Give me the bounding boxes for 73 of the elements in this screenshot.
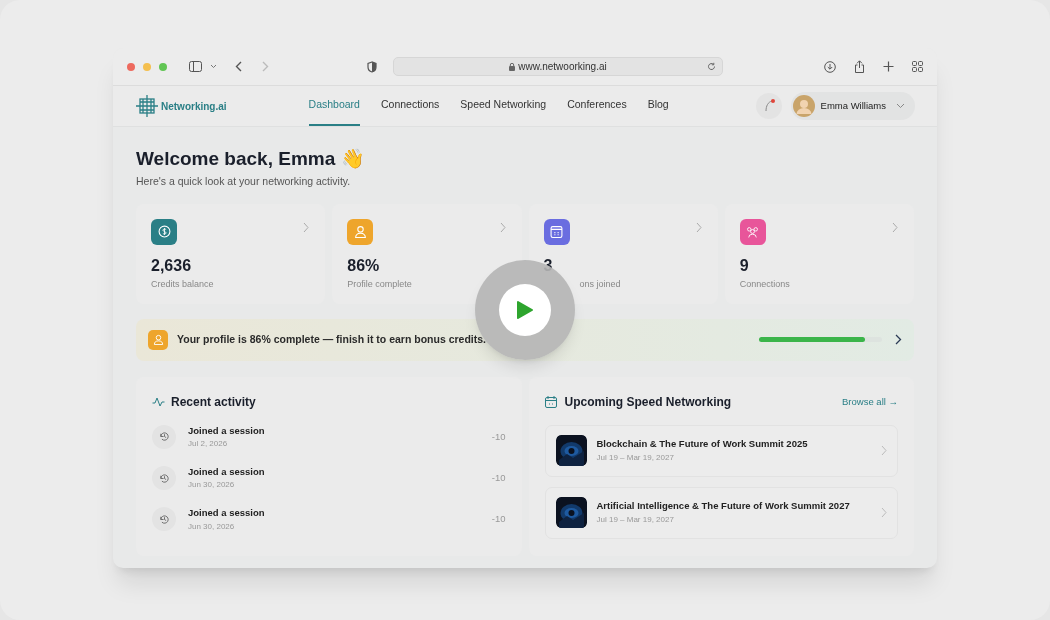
event-card[interactable]: Blockchain & The Future of Work Summit 2025 Jul 19 – Mar 19, 2027 bbox=[544, 424, 898, 477]
nav-tab[interactable]: Dashboard bbox=[308, 86, 360, 126]
activity-title: Joined a session bbox=[188, 423, 265, 438]
activity-title: Joined a session bbox=[188, 465, 265, 479]
event-card[interactable]: Artificial Intelligence & The Future of Work Summit 2027 Jul 19 – Mar 19, 2027 bbox=[544, 486, 898, 539]
stat-value: 9 bbox=[739, 255, 750, 276]
nav-tab[interactable]: Connections bbox=[380, 86, 440, 126]
banner-text: Your profile is 86% complete — finish it to earn bonus credits. bbox=[177, 331, 487, 347]
stat-value: 86% bbox=[347, 255, 381, 276]
credit-amount: -10 bbox=[491, 429, 506, 444]
nav-tab[interactable]: Speed Networking bbox=[460, 86, 547, 126]
reload-icon[interactable] bbox=[707, 62, 716, 71]
stat-label: Credits balance bbox=[151, 277, 215, 291]
activity-icon bbox=[152, 396, 165, 407]
history-icon bbox=[158, 513, 170, 525]
user-menu[interactable]: Emma Williams bbox=[790, 92, 915, 120]
credit-amount: -10 bbox=[491, 471, 506, 485]
chevron-right-icon bbox=[881, 507, 887, 519]
stat-label: Connections bbox=[739, 277, 791, 291]
stat-value: 2,636 bbox=[151, 255, 193, 276]
back-icon[interactable] bbox=[235, 61, 242, 72]
logo-icon[interactable] bbox=[135, 94, 159, 118]
stat-label: Profile complete bbox=[347, 277, 413, 291]
calendar-icon bbox=[550, 225, 563, 239]
share-icon[interactable] bbox=[854, 60, 865, 73]
user-icon bbox=[152, 334, 164, 346]
brand-name[interactable]: Networking.ai bbox=[161, 98, 227, 114]
event-title: Blockchain & The Future of Work Summit 2025 bbox=[596, 437, 808, 452]
chevron-right-icon bbox=[499, 221, 506, 233]
event-dates: Jul 19 – Mar 19, 2027 bbox=[596, 452, 675, 465]
nav-tab[interactable]: Blog bbox=[647, 86, 669, 126]
close-button[interactable] bbox=[127, 62, 135, 71]
panel-title: Upcoming Speed Networking bbox=[564, 393, 732, 411]
calendar-icon bbox=[544, 395, 557, 408]
tabs-overview-icon[interactable] bbox=[912, 61, 923, 72]
user-name: Emma Williams bbox=[820, 98, 886, 113]
activity-date: Jun 30, 2026 bbox=[188, 479, 236, 492]
profile-banner[interactable]: Your profile is 86% complete — finish it to earn bonus credits. bbox=[136, 318, 914, 361]
dollar-icon bbox=[157, 225, 171, 239]
activity-date: Jun 30, 2026 bbox=[188, 520, 236, 533]
welcome-heading: Welcome back, Emma 👋 bbox=[136, 147, 366, 171]
address-bar[interactable]: www.netwoorking.ai bbox=[393, 57, 723, 76]
plus-icon[interactable] bbox=[883, 61, 894, 72]
event-title: Artificial Intelligence & The Future of Work Summit 2027 bbox=[596, 499, 850, 514]
chevron-right-icon[interactable] bbox=[895, 334, 902, 346]
chevron-right-icon bbox=[881, 445, 887, 457]
browse-all-link[interactable]: Browse all → bbox=[842, 394, 898, 409]
chevron-right-icon bbox=[303, 221, 310, 233]
stat-label: ons joined bbox=[579, 277, 622, 291]
panel-title: Recent activity bbox=[171, 393, 256, 411]
event-dates: Jul 19 – Mar 19, 2027 bbox=[596, 514, 675, 527]
shield-icon[interactable] bbox=[367, 60, 377, 73]
chevron-down-icon bbox=[896, 103, 905, 109]
activity-title: Joined a session bbox=[188, 506, 265, 521]
history-icon bbox=[158, 472, 170, 484]
download-icon[interactable] bbox=[824, 60, 836, 73]
credit-amount: -10 bbox=[491, 512, 506, 527]
url-text: www.netwoorking.ai bbox=[518, 60, 607, 74]
stat-value: 3 bbox=[543, 255, 554, 276]
chevron-right-icon bbox=[892, 221, 898, 233]
people-icon bbox=[746, 225, 760, 239]
chevron-right-icon bbox=[695, 221, 702, 233]
history-icon bbox=[158, 431, 170, 443]
nav-tab[interactable]: Conferences bbox=[567, 86, 627, 126]
welcome-subtitle: Here's a quick look at your networking activity. bbox=[136, 174, 352, 189]
avatar-icon bbox=[792, 95, 815, 117]
notification-button[interactable] bbox=[755, 93, 782, 119]
user-icon bbox=[353, 225, 367, 239]
play-icon bbox=[516, 300, 534, 320]
chevron-down-icon[interactable] bbox=[210, 64, 217, 69]
lock-icon bbox=[509, 62, 516, 71]
activity-date: Jul 2, 2026 bbox=[188, 438, 229, 450]
sidebar-icon[interactable] bbox=[189, 61, 202, 72]
